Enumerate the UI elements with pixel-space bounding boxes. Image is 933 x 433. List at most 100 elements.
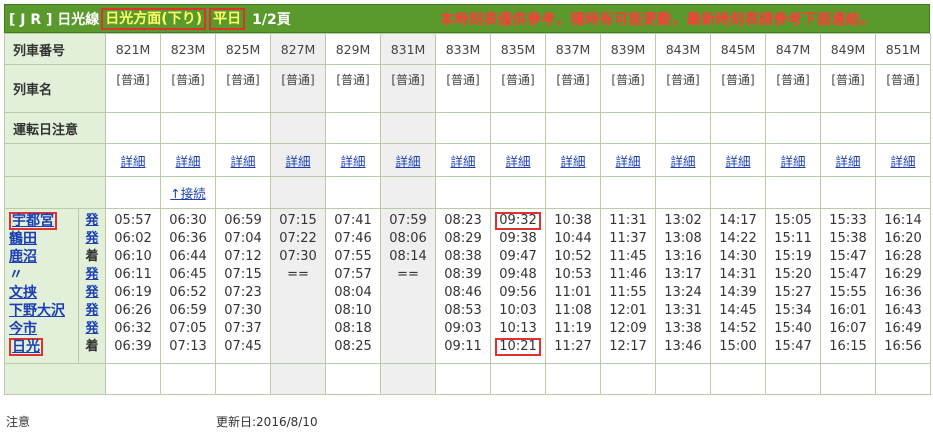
time-value: 13:38	[664, 321, 702, 336]
detail-link[interactable]: 詳細	[891, 154, 916, 169]
station-name[interactable]: 今市	[9, 321, 37, 337]
train-type-cell: [普通]	[105, 64, 162, 113]
departure-mark[interactable]: 発	[79, 284, 105, 302]
time-slot: 11:08	[546, 302, 600, 320]
connection-link[interactable]: ↑接続	[170, 186, 205, 201]
spacer-cell	[160, 363, 217, 395]
time-slot: 07:45	[216, 338, 270, 356]
time-value: 16:49	[884, 321, 922, 336]
detail-link[interactable]: 詳細	[671, 154, 696, 169]
departure-mark[interactable]: 発	[79, 230, 105, 248]
time-slot: 08:25	[326, 338, 380, 356]
train-times-cell: 07:59 08:06 08:14 ==	[380, 208, 437, 364]
time-value: 08:38	[444, 249, 482, 264]
time-slot: 08:14	[381, 248, 435, 266]
time-slot: 07:12	[216, 248, 270, 266]
time-slot: 15:20	[766, 266, 820, 284]
detail-link[interactable]: 詳細	[836, 154, 861, 169]
departure-mark[interactable]: 発	[79, 320, 105, 338]
train-times-cell: 08:23 08:29 08:38 08:39 08:46 08:53 09:03 09:11	[435, 208, 492, 364]
operation-note-row: 運転日注意	[3, 112, 932, 144]
detail-cell: 詳細	[545, 143, 602, 177]
time-value: 16:14	[884, 213, 922, 228]
time-value: 13:46	[664, 339, 702, 354]
train-times-cell: 10:38 10:44 10:52 10:53 11:01 11:08 11:19 11:27	[545, 208, 602, 364]
train-number-cell: 835M	[490, 33, 547, 65]
detail-cell: 詳細	[490, 143, 547, 177]
detail-link[interactable]: 詳細	[341, 154, 366, 169]
station-name[interactable]: 文挟	[9, 285, 37, 301]
station-name[interactable]: 日光	[9, 338, 43, 356]
train-times-cell: 06:59 07:04 07:12 07:15 07:23 07:30 07:37 07:45	[215, 208, 272, 364]
spacer-cell	[270, 363, 327, 395]
train-number-cell: 849M	[820, 33, 877, 65]
departure-mark[interactable]: 発	[79, 212, 105, 230]
train-number-cell: 831M	[380, 33, 437, 65]
train-type-cell: [普通]	[270, 64, 327, 113]
train-times-cell: 07:15 07:22 07:30 ==	[270, 208, 327, 364]
detail-link[interactable]: 詳細	[176, 154, 201, 169]
station-name[interactable]: 下野大沢	[9, 303, 65, 319]
time-value: 16:36	[884, 285, 922, 300]
station-name[interactable]: 宇都宮	[9, 212, 57, 230]
detail-link[interactable]: 詳細	[286, 154, 311, 169]
time-slot: ==	[381, 266, 435, 284]
train-number-cell: 837M	[545, 33, 602, 65]
detail-link[interactable]: 詳細	[396, 154, 421, 169]
detail-link[interactable]: 詳細	[781, 154, 806, 169]
time-slot: 15:47	[821, 248, 875, 266]
time-value: 16:43	[884, 303, 922, 318]
time-slot: 12:17	[601, 338, 655, 356]
time-slot: 16:28	[876, 248, 930, 266]
departure-mark[interactable]: 発	[79, 302, 105, 320]
train-type-cell: [普通]	[820, 64, 877, 113]
time-slot: 07:57	[326, 266, 380, 284]
train-type-cell: [普通]	[600, 64, 657, 113]
train-number-cell: 825M	[215, 33, 272, 65]
detail-link[interactable]: 詳細	[726, 154, 751, 169]
operation-note-cell	[710, 112, 767, 144]
time-value: 07:55	[334, 249, 372, 264]
station-name[interactable]: 鹿沼	[9, 249, 37, 265]
station-row: 宇都宮	[9, 212, 78, 230]
detail-link[interactable]: 詳細	[231, 154, 256, 169]
time-value: 14:31	[719, 267, 757, 282]
time-slot: 06:44	[161, 248, 215, 266]
time-slot: 13:02	[656, 212, 710, 230]
time-value: 08:14	[389, 249, 427, 264]
train-type-cell: [普通]	[490, 64, 547, 113]
time-slot: 16:29	[876, 266, 930, 284]
time-slot: 12:01	[601, 302, 655, 320]
time-value: 13:08	[664, 231, 702, 246]
connection-row-header	[3, 176, 107, 209]
time-value: 11:27	[554, 339, 592, 354]
time-slot: 13:24	[656, 284, 710, 302]
station-column: 宇都宮 鶴田 鹿沼〃文挟 下野大沢 今市 日光	[4, 208, 79, 364]
operation-note-cell	[325, 112, 382, 144]
train-times-cell: 14:17 14:22 14:30 14:31 14:39 14:45 14:52 15:00	[710, 208, 767, 364]
detail-link[interactable]: 詳細	[616, 154, 641, 169]
operation-note-cell	[875, 112, 932, 144]
time-slot: 09:11	[436, 338, 490, 356]
time-slot: 10:44	[546, 230, 600, 248]
detail-link[interactable]: 詳細	[451, 154, 476, 169]
detail-link[interactable]: 詳細	[561, 154, 586, 169]
spacer-cell	[710, 363, 767, 395]
detail-link[interactable]: 詳細	[121, 154, 146, 169]
spacer-cell	[490, 363, 547, 395]
time-slot: 09:38	[491, 230, 545, 248]
detail-link[interactable]: 詳細	[506, 154, 531, 169]
time-slot: 15:33	[821, 212, 875, 230]
time-value: 14:45	[719, 303, 757, 318]
connection-cell	[435, 176, 492, 209]
time-slot: 14:30	[711, 248, 765, 266]
page-indicator: 1/2頁	[252, 11, 291, 28]
spacer-cell	[600, 363, 657, 395]
time-slot: 15:38	[821, 230, 875, 248]
departure-mark[interactable]: 発	[79, 266, 105, 284]
time-value: 11:46	[609, 267, 647, 282]
time-value: 08:25	[334, 339, 372, 354]
time-slot	[271, 302, 325, 320]
time-value: 14:30	[719, 249, 757, 264]
station-name[interactable]: 鶴田	[9, 231, 37, 247]
